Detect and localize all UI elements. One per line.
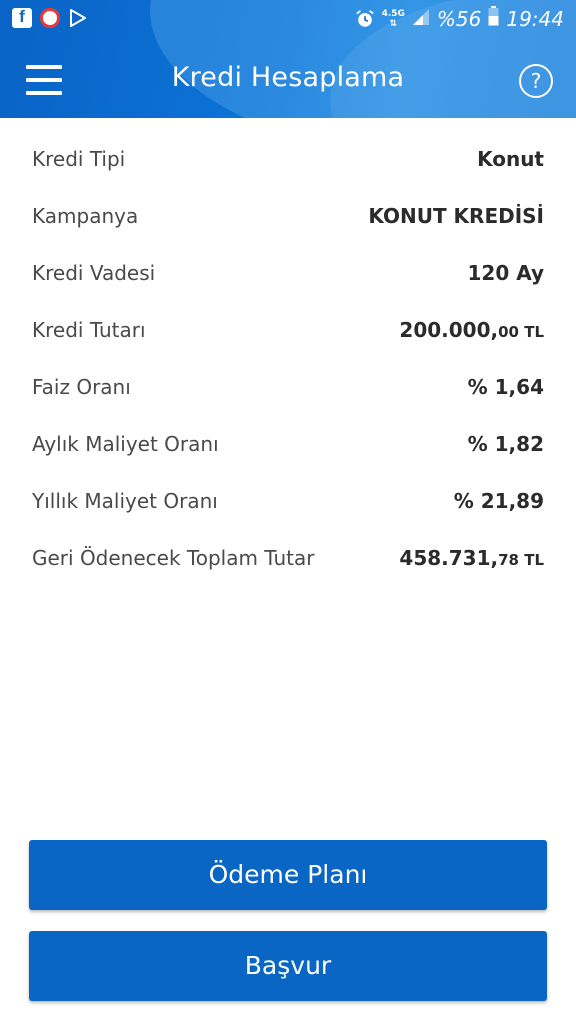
- status-bar-notifications: f: [12, 8, 88, 28]
- network-type: 4.5G: [381, 8, 405, 19]
- play-store-icon: [68, 8, 88, 28]
- detail-label: Geri Ödenecek Toplam Tutar: [32, 545, 315, 570]
- battery-icon: [488, 6, 499, 31]
- status-bar-system: 4.5G ⇅ %56 19:44: [355, 6, 564, 31]
- loan-details-list: Kredi Tipi Konut Kampanya KONUT KREDİSİ …: [0, 130, 576, 586]
- detail-label: Kampanya: [32, 203, 139, 228]
- status-bar: f 4.5G ⇅ %56 19:44: [0, 0, 576, 40]
- detail-value: Konut: [477, 146, 544, 171]
- clock: 19:44: [506, 6, 564, 31]
- detail-row-monthly-cost-rate: Aylık Maliyet Oranı % 1,82: [0, 415, 576, 472]
- detail-value-cents: 00 TL: [498, 322, 544, 341]
- battery-percent: %56: [436, 6, 482, 31]
- detail-row-interest-rate: Faiz Oranı % 1,64: [0, 358, 576, 415]
- detail-value: 120 Ay: [467, 260, 544, 285]
- detail-row-loan-type: Kredi Tipi Konut: [0, 130, 576, 187]
- detail-value: KONUT KREDİSİ: [368, 203, 544, 228]
- detail-row-amount: Kredi Tutarı 200.000,00 TL: [0, 301, 576, 358]
- detail-value: % 1,82: [467, 431, 544, 456]
- page-title: Kredi Hesaplama: [171, 62, 405, 93]
- app-header: Kredi Hesaplama ?: [0, 44, 576, 118]
- help-circle-icon[interactable]: ?: [519, 64, 553, 98]
- detail-label: Aylık Maliyet Oranı: [32, 431, 219, 456]
- detail-label: Faiz Oranı: [32, 374, 131, 399]
- app-notification-icon: [40, 8, 60, 28]
- alarm-icon: [355, 9, 375, 29]
- payment-plan-button[interactable]: Ödeme Planı: [29, 840, 547, 910]
- detail-value: 200.000,00 TL: [399, 318, 544, 342]
- detail-value: % 1,64: [467, 374, 544, 399]
- detail-label: Yıllık Maliyet Oranı: [32, 488, 218, 513]
- detail-value-main: 458.731,: [399, 545, 499, 570]
- signal-icon: [412, 7, 430, 31]
- detail-label: Kredi Tutarı: [32, 317, 146, 342]
- detail-value: 458.731,78 TL: [399, 546, 544, 570]
- detail-value: % 21,89: [453, 488, 544, 513]
- detail-value-main: 200.000,: [399, 317, 499, 342]
- detail-row-total-repayment: Geri Ödenecek Toplam Tutar 458.731,78 TL: [0, 529, 576, 586]
- data-arrows-icon: 4.5G ⇅: [381, 8, 405, 29]
- app-root: f 4.5G ⇅ %56 19:44 Kredi Hesaplama ? Kre…: [0, 0, 576, 1024]
- facebook-icon: f: [12, 8, 32, 28]
- detail-label: Kredi Tipi: [32, 146, 126, 171]
- detail-row-term: Kredi Vadesi 120 Ay: [0, 244, 576, 301]
- detail-value-cents: 78 TL: [498, 550, 544, 569]
- apply-button[interactable]: Başvur: [29, 931, 547, 1001]
- detail-label: Kredi Vadesi: [32, 260, 156, 285]
- detail-row-annual-cost-rate: Yıllık Maliyet Oranı % 21,89: [0, 472, 576, 529]
- detail-row-campaign: Kampanya KONUT KREDİSİ: [0, 187, 576, 244]
- top-bar: f 4.5G ⇅ %56 19:44 Kredi Hesaplama ?: [0, 0, 576, 118]
